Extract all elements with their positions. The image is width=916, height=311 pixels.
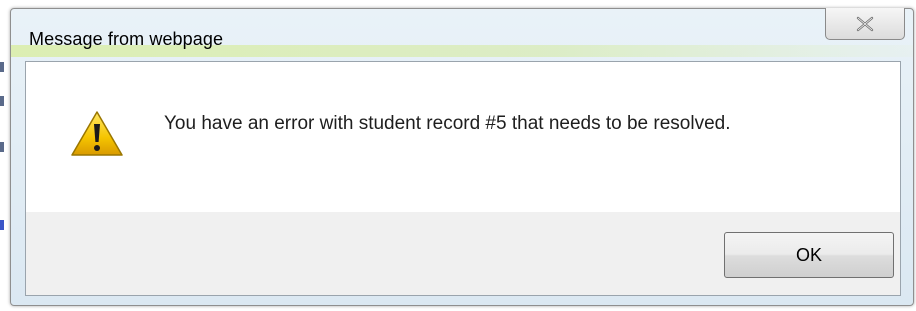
close-button[interactable]: [825, 8, 905, 40]
ok-button[interactable]: OK: [724, 232, 894, 278]
dialog-title: Message from webpage: [29, 29, 224, 49]
background-page-edge: [0, 0, 10, 311]
dialog-body: You have an error with student record #5…: [25, 61, 901, 296]
message-dialog: Message from webpage You have an error w…: [10, 8, 914, 306]
background-page-fragment: [0, 220, 4, 230]
message-area: You have an error with student record #5…: [26, 62, 900, 212]
dialog-message: You have an error with student record #5…: [164, 113, 731, 134]
dialog-title-bar[interactable]: Message from webpage: [11, 8, 913, 57]
background-page-fragment: [0, 142, 4, 152]
background-page-fragment: [0, 62, 4, 72]
warning-icon: [70, 110, 124, 158]
background-page-fragment: [0, 96, 4, 106]
close-icon: [854, 16, 876, 32]
